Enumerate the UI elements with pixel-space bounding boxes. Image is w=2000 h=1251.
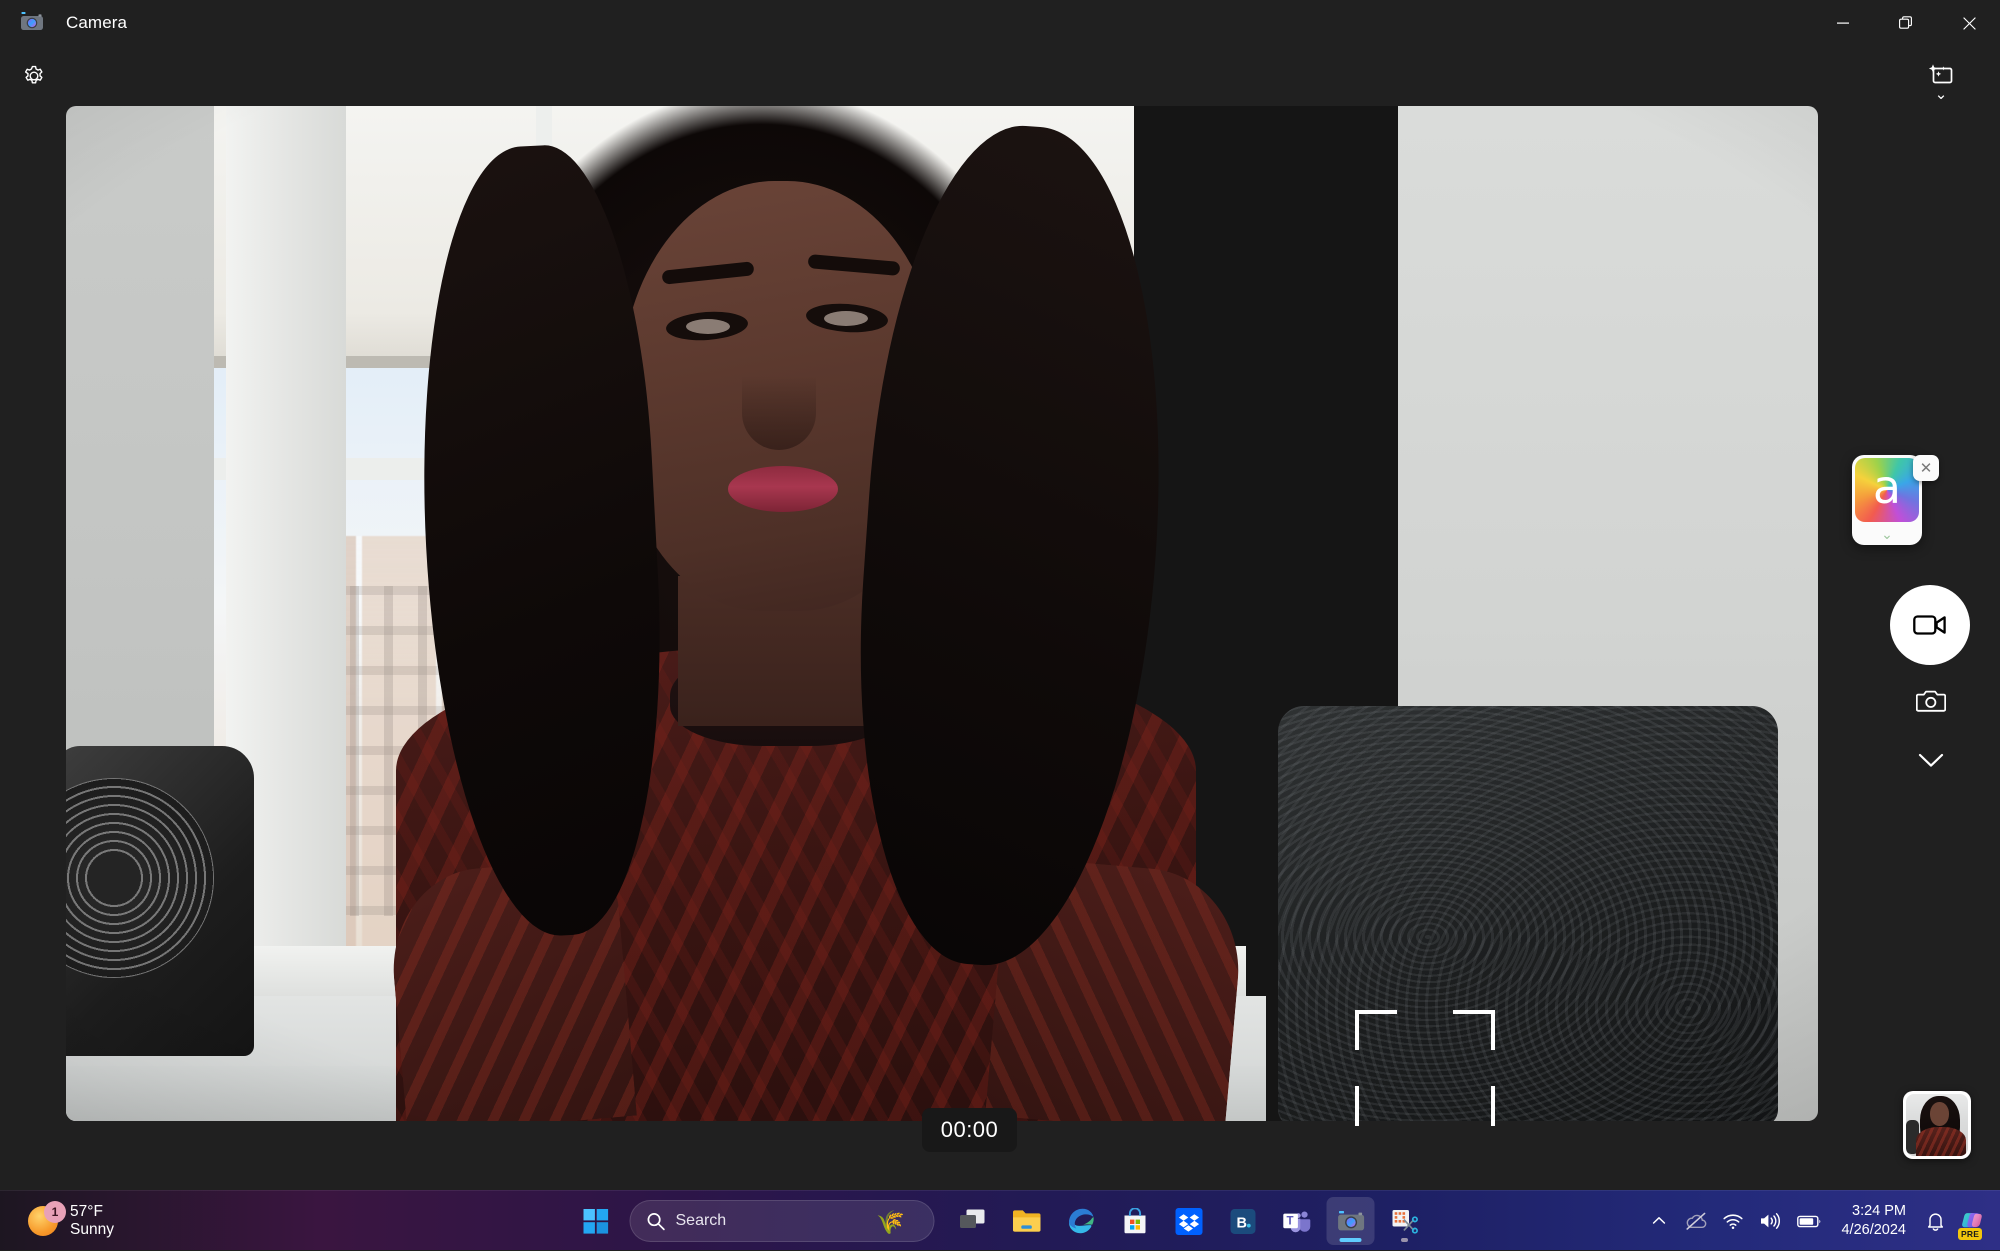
edge-icon	[1067, 1207, 1095, 1235]
more-modes-button[interactable]	[1910, 740, 1952, 782]
dropbox-icon	[1175, 1208, 1202, 1235]
teams-icon: T	[1282, 1209, 1311, 1234]
system-tray: 3:24 PM 4/26/2024	[1642, 1191, 2000, 1251]
search-icon	[647, 1212, 666, 1231]
onedrive-button[interactable]	[1678, 1198, 1714, 1244]
running-app-indicator	[1401, 1238, 1408, 1242]
onedrive-offline-icon	[1685, 1212, 1707, 1230]
snipping-tool-icon	[1391, 1208, 1419, 1235]
taskbar-left-region: 1 57°F Sunny	[0, 1191, 126, 1251]
video-camera-icon	[1913, 612, 1947, 638]
taskbar-item-camera[interactable]	[1327, 1197, 1375, 1245]
taskbar-item-task-view[interactable]	[949, 1197, 997, 1245]
weather-badge: 1	[44, 1201, 66, 1223]
taskbar-item-backblaze[interactable]: B	[1219, 1197, 1267, 1245]
gear-icon	[22, 64, 46, 88]
store-icon	[1121, 1208, 1148, 1235]
close-button[interactable]	[1938, 0, 2000, 46]
title-bar: Camera	[0, 0, 2000, 46]
close-icon	[1963, 17, 1976, 30]
weather-text: 57°F Sunny	[70, 1203, 114, 1240]
effects-app-glyph: a	[1855, 458, 1919, 522]
copilot-preview-badge: PRE	[1958, 1228, 1982, 1240]
restore-icon	[1899, 16, 1913, 30]
chevron-down-icon	[1917, 752, 1945, 770]
sun-icon: 1	[28, 1206, 58, 1236]
effects-app-chevron-down-icon[interactable]: ⌄	[1852, 523, 1922, 545]
camera-app-window: Camera	[0, 0, 2000, 1190]
video-preview	[66, 106, 1818, 1121]
camera-app-icon	[20, 11, 44, 35]
weather-widget[interactable]: 1 57°F Sunny	[16, 1197, 126, 1245]
effects-chevron-down-icon: ⌄	[1935, 91, 1948, 99]
camera-icon	[1336, 1208, 1365, 1235]
minimize-button[interactable]	[1812, 0, 1874, 46]
taskbar-item-microsoft-store[interactable]	[1111, 1197, 1159, 1245]
taskbar-item-snipping-tool[interactable]	[1381, 1197, 1429, 1245]
settings-button[interactable]	[12, 54, 56, 98]
taskbar-item-file-explorer[interactable]	[1003, 1197, 1051, 1245]
recording-timer: 00:00	[922, 1108, 1017, 1152]
backblaze-icon: B	[1229, 1208, 1256, 1235]
video-record-button[interactable]	[1890, 585, 1970, 665]
show-hidden-icons-button[interactable]	[1642, 1198, 1676, 1244]
bell-icon	[1926, 1211, 1945, 1231]
photo-camera-icon	[1916, 688, 1946, 714]
rainbow-a-app-icon: a	[1855, 458, 1919, 522]
svg-text:B: B	[1236, 1215, 1246, 1231]
taskbar-item-microsoft-teams[interactable]: T	[1273, 1197, 1321, 1245]
photo-effects-icon	[1927, 63, 1955, 87]
focus-tracking-frame	[1355, 1010, 1495, 1126]
notifications-button[interactable]	[1918, 1198, 1952, 1244]
battery-button[interactable]	[1790, 1198, 1829, 1244]
effects-app-close-button[interactable]: ✕	[1913, 455, 1939, 481]
wifi-icon	[1723, 1213, 1743, 1230]
weather-temperature: 57°F	[70, 1203, 114, 1221]
minimize-icon	[1837, 17, 1849, 29]
maximize-button[interactable]	[1875, 0, 1937, 46]
volume-button[interactable]	[1752, 1198, 1788, 1244]
battery-icon	[1797, 1214, 1822, 1229]
speaker-icon	[1759, 1212, 1781, 1230]
search-box[interactable]: Search 🌾	[630, 1200, 935, 1242]
taskbar-center-region: Search 🌾	[572, 1191, 1429, 1251]
taskbar: 1 57°F Sunny Search	[0, 1190, 2000, 1250]
clock-time: 3:24 PM	[1852, 1202, 1906, 1221]
windows-logo-icon	[583, 1209, 608, 1234]
clock-date: 4/26/2024	[1841, 1221, 1906, 1240]
effects-app-launcher[interactable]: a ⌄	[1852, 455, 1922, 545]
search-placeholder: Search	[676, 1212, 727, 1230]
last-capture-thumbnail[interactable]	[1903, 1091, 1971, 1159]
network-button[interactable]	[1716, 1198, 1750, 1244]
app-title: Camera	[66, 11, 127, 35]
camera-viewfinder[interactable]	[66, 106, 1818, 1121]
folder-icon	[1012, 1208, 1042, 1234]
taskbar-item-dropbox[interactable]	[1165, 1197, 1213, 1245]
active-app-indicator	[1340, 1238, 1362, 1242]
svg-text:T: T	[1286, 1215, 1293, 1227]
effects-button[interactable]: ⌄	[1912, 50, 1970, 112]
copilot-button[interactable]: PRE	[1954, 1203, 1990, 1239]
forsythia-branch-icon: 🌾	[848, 1201, 934, 1242]
taskbar-item-microsoft-edge[interactable]	[1057, 1197, 1105, 1245]
photo-mode-button[interactable]	[1910, 680, 1952, 722]
chevron-up-icon	[1651, 1213, 1667, 1229]
start-button[interactable]	[572, 1197, 620, 1245]
task-view-icon	[959, 1208, 987, 1234]
clock[interactable]: 3:24 PM 4/26/2024	[1831, 1198, 1916, 1244]
weather-condition: Sunny	[70, 1221, 114, 1239]
